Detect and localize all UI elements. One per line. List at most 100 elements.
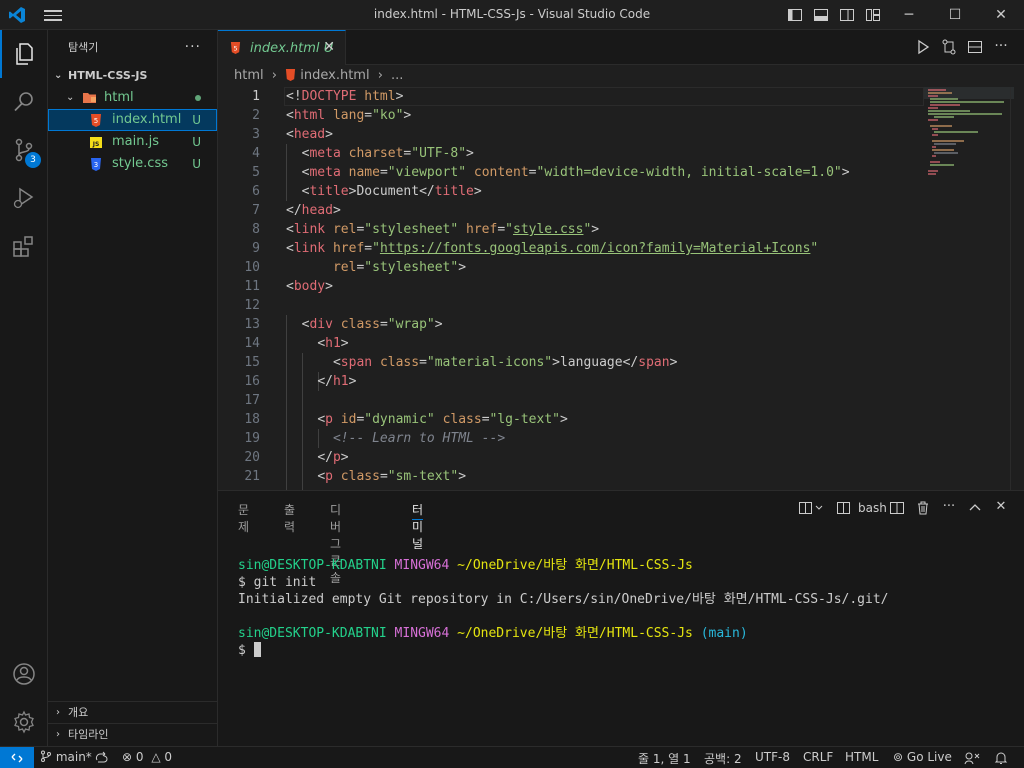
css-icon: 3 [91, 158, 101, 171]
close-window-button[interactable]: ✕ [978, 0, 1024, 30]
maximize-button[interactable]: ☐ [932, 0, 978, 30]
warning-icon: △ [151, 750, 161, 764]
tab-problems[interactable]: 문제 [238, 501, 249, 535]
line-number: 13 [244, 317, 260, 332]
chevron-right-icon: › [56, 729, 60, 740]
settings-gear-icon[interactable] [0, 698, 48, 746]
line-number: 19 [244, 431, 260, 446]
go-live-button[interactable]: ⊚ Go Live [893, 750, 952, 764]
cursor-position[interactable]: 줄 1, 열 1 [638, 750, 691, 767]
outline-section[interactable]: › 개요 [48, 701, 218, 723]
split-editor-icon[interactable] [966, 38, 984, 56]
toggle-panel-icon[interactable] [812, 6, 830, 24]
run-debug-icon[interactable] [0, 174, 48, 222]
tab-terminal[interactable]: 터미널 [412, 501, 424, 552]
line-number: 21 [244, 469, 260, 484]
code-line: <p id="dynamic" class="lg-text"> [317, 412, 568, 427]
language-mode[interactable]: HTML [845, 750, 878, 764]
end-of-line[interactable]: CRLF [803, 750, 833, 764]
line-number: 2 [252, 108, 260, 123]
file-style-css[interactable]: 3 style.css U [48, 153, 217, 175]
timeline-section[interactable]: › 타임라인 [48, 723, 218, 745]
line-number: 12 [244, 298, 260, 313]
trash-icon[interactable] [914, 499, 932, 517]
untracked-badge: U [192, 135, 201, 149]
code-line: <div class="wrap"> [301, 317, 443, 332]
close-panel-icon[interactable]: ✕ [992, 499, 1010, 517]
toggle-primary-sidebar-icon[interactable] [786, 6, 804, 24]
folder-html[interactable]: ⌄ html [48, 87, 217, 109]
git-branch-icon [41, 750, 51, 762]
open-changes-icon[interactable] [940, 38, 958, 56]
line-number: 17 [244, 393, 260, 408]
branch-status[interactable]: main* [40, 750, 92, 764]
activity-bar: 3 [0, 30, 48, 746]
extensions-icon[interactable] [0, 222, 48, 270]
svg-text:5: 5 [233, 44, 237, 52]
toggle-secondary-sidebar-icon[interactable] [838, 6, 856, 24]
file-main-js[interactable]: JS main.js U [48, 131, 217, 153]
tab-label: index.html U [250, 41, 334, 56]
tab-index-html[interactable]: 5 index.html U ✕ [218, 30, 346, 65]
accounts-feedback-icon[interactable] [964, 751, 980, 765]
code-line: <title>Document</title> [301, 184, 482, 199]
terminal-shell-name[interactable]: bash [858, 501, 887, 519]
line-number: 10 [244, 260, 260, 275]
file-index-html[interactable]: 5 index.html U [48, 109, 217, 131]
search-icon[interactable] [0, 78, 48, 126]
untracked-dot-icon [195, 95, 201, 101]
customize-layout-icon[interactable] [864, 6, 882, 24]
maximize-panel-icon[interactable] [966, 499, 984, 517]
accounts-icon[interactable] [0, 650, 48, 698]
line-number: 11 [244, 279, 260, 294]
code-line: <!-- Learn to HTML --> [332, 431, 506, 446]
sync-icon[interactable] [94, 751, 108, 765]
tab-output[interactable]: 출력 [284, 501, 295, 535]
broadcast-icon: ⊚ [893, 750, 904, 764]
line-number: 18 [244, 412, 260, 427]
remote-indicator-icon[interactable] [0, 747, 34, 768]
minimap[interactable] [924, 87, 1014, 207]
html-icon: 5 [230, 42, 241, 54]
breadcrumb-item[interactable]: ... [391, 68, 403, 83]
problems-status[interactable]: ⊗ 0 △ 0 [122, 750, 172, 764]
workspace-root[interactable]: ⌄ HTML-CSS-JS [48, 65, 217, 87]
more-actions-icon[interactable]: ··· [940, 499, 958, 517]
line-number: 16 [244, 374, 260, 389]
close-tab-icon[interactable]: ✕ [323, 39, 335, 55]
terminal-split-icon [837, 502, 850, 514]
bell-icon[interactable] [994, 751, 1008, 765]
chevron-right-icon: › [56, 707, 60, 718]
editor-tabs: 5 index.html U ✕ ··· [218, 30, 1024, 65]
code-view[interactable]: 1 2 3 4 5 6 7 8 9 10 11 12 13 14 15 16 1… [218, 87, 924, 490]
terminal-output[interactable]: sin@DESKTOP-KDABTNI MINGW64 ~/OneDrive/바… [238, 557, 889, 659]
explorer-title: 탐색기 [68, 41, 99, 54]
run-icon[interactable] [914, 38, 932, 56]
terminal-line: Initialized empty Git repository in C:/U… [238, 592, 889, 607]
bottom-panel: 문제 출력 디버그 콘솔 터미널 bash ··· ✕ sin@DESKTOP-… [218, 490, 1024, 746]
explorer-more-actions-icon[interactable]: ··· [185, 30, 201, 65]
untracked-badge: U [192, 113, 201, 127]
folder-open-icon [83, 93, 96, 103]
status-bar: main* ⊗ 0 △ 0 줄 1, 열 1 공백: 2 UTF-8 CRLF … [0, 746, 1024, 768]
code-line: <p class="sm-text"> [317, 469, 467, 484]
line-number: 5 [252, 165, 260, 180]
split-terminal-icon[interactable] [888, 499, 906, 517]
breadcrumb-item[interactable]: html [234, 68, 264, 83]
breadcrumb-item[interactable]: index.html [300, 68, 369, 83]
indentation[interactable]: 공백: 2 [704, 750, 742, 767]
line-number: 15 [244, 355, 260, 370]
new-terminal-split-icon[interactable] [798, 499, 826, 517]
line-number: 1 [252, 89, 260, 104]
explorer-icon[interactable] [0, 30, 48, 78]
encoding[interactable]: UTF-8 [755, 750, 790, 764]
more-actions-icon[interactable]: ··· [992, 38, 1010, 56]
line-number: 8 [252, 222, 260, 237]
minimize-button[interactable]: ─ [886, 0, 932, 30]
code-line: <html lang="ko"> [286, 108, 412, 123]
source-control-icon[interactable]: 3 [0, 126, 48, 174]
editor-scrollbar[interactable] [1010, 87, 1024, 490]
html-icon [286, 69, 296, 81]
html-icon: 5 [91, 114, 101, 127]
